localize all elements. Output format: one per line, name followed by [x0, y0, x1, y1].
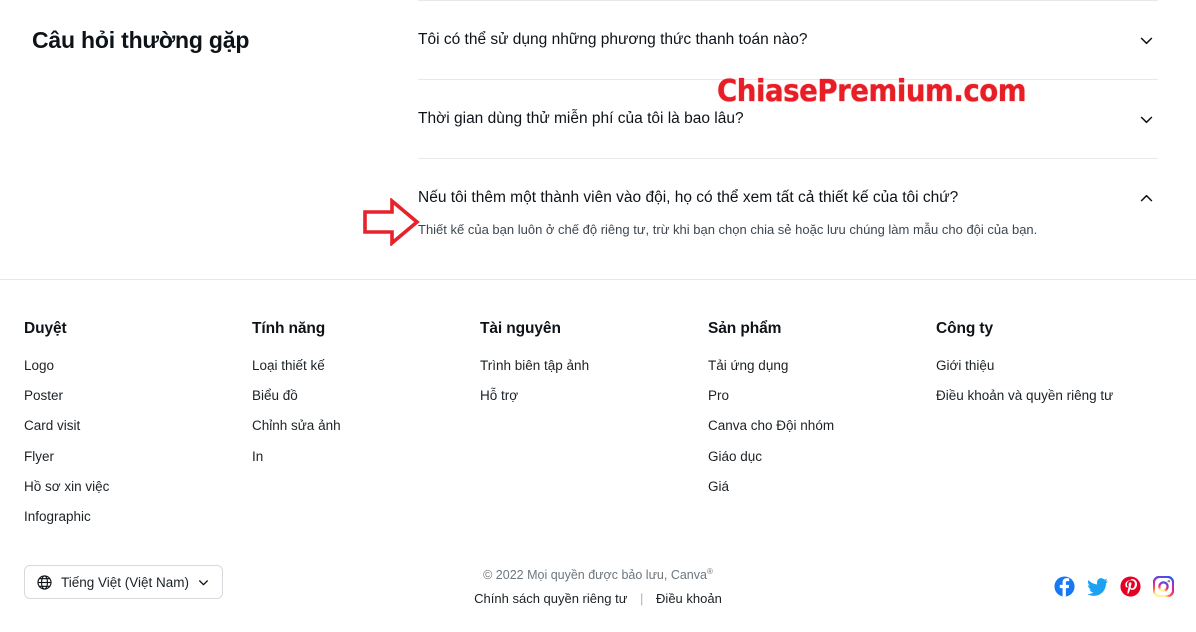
- facebook-icon[interactable]: [1054, 576, 1075, 597]
- copyright-label: © 2022 Mọi quyền được bảo lưu, Canva: [483, 568, 707, 583]
- footer-link[interactable]: Chỉnh sửa ảnh: [252, 418, 480, 434]
- faq-question-text: Nếu tôi thêm một thành viên vào đội, họ …: [418, 188, 959, 206]
- footer-link[interactable]: Poster: [24, 388, 252, 404]
- legal-links-separator: |: [640, 590, 644, 606]
- footer-link[interactable]: Trình biên tập ảnh: [480, 358, 708, 374]
- terms-link[interactable]: Điều khoản: [656, 591, 722, 606]
- faq-list: Tôi có thể sử dụng những phương thức tha…: [418, 0, 1158, 270]
- footer-column-browse: Duyệt Logo Poster Card visit Flyer Hồ sơ…: [0, 320, 252, 539]
- footer-link[interactable]: Tải ứng dụng: [708, 358, 936, 374]
- footer-link-list: Trình biên tập ảnh Hỗ trợ: [480, 358, 708, 404]
- page-root: Câu hỏi thường gặp Tôi có thể sử dụng nh…: [0, 0, 1196, 632]
- footer-column-heading: Duyệt: [24, 320, 67, 337]
- faq-question-text: Thời gian dùng thử miễn phí của tôi là b…: [418, 109, 744, 127]
- footer-link[interactable]: Hồ sơ xin việc: [24, 479, 252, 495]
- footer-link[interactable]: In: [252, 449, 480, 465]
- registered-mark: ®: [706, 567, 713, 576]
- footer-column-company: Công ty Giới thiệu Điều khoản và quyền r…: [936, 320, 1186, 539]
- red-right-arrow-annotation: [361, 197, 421, 247]
- footer-link-list: Loại thiết kế Biểu đồ Chỉnh sửa ảnh In: [252, 358, 480, 465]
- faq-question-row[interactable]: Nếu tôi thêm một thành viên vào đội, họ …: [418, 159, 1158, 237]
- footer-link[interactable]: Loại thiết kế: [252, 358, 480, 374]
- footer-column-features: Tính năng Loại thiết kế Biểu đồ Chỉnh sử…: [252, 320, 480, 539]
- site-footer: Duyệt Logo Poster Card visit Flyer Hồ sơ…: [0, 279, 1196, 632]
- footer-link[interactable]: Logo: [24, 358, 252, 374]
- footer-link[interactable]: Card visit: [24, 418, 252, 434]
- footer-link[interactable]: Canva cho Đội nhóm: [708, 418, 936, 434]
- footer-column-heading: Tính năng: [252, 320, 326, 337]
- footer-link-columns: Duyệt Logo Poster Card visit Flyer Hồ sơ…: [0, 280, 1196, 539]
- footer-link[interactable]: Giá: [708, 479, 936, 495]
- twitter-icon[interactable]: [1087, 576, 1108, 597]
- language-selector-label: Tiếng Việt (Việt Nam): [61, 574, 190, 590]
- pinterest-icon[interactable]: [1120, 576, 1141, 597]
- social-links: [1054, 575, 1175, 598]
- footer-link[interactable]: Flyer: [24, 449, 252, 465]
- footer-link[interactable]: Infographic: [24, 509, 252, 525]
- footer-link[interactable]: Điều khoản và quyền riêng tư: [936, 388, 1186, 404]
- chevron-down-icon[interactable]: [1134, 107, 1158, 131]
- footer-link[interactable]: Giới thiệu: [936, 358, 1186, 374]
- globe-icon: [36, 574, 53, 591]
- faq-question-text: Tôi có thể sử dụng những phương thức tha…: [418, 30, 808, 48]
- legal-links: Chính sách quyền riêng tư | Điều khoản: [0, 591, 1196, 606]
- footer-column-heading: Công ty: [936, 320, 993, 337]
- footer-column-heading: Sản phẩm: [708, 320, 782, 337]
- chevron-down-icon[interactable]: [1134, 28, 1158, 52]
- footer-link[interactable]: Hỗ trợ: [480, 388, 708, 404]
- faq-section: Câu hỏi thường gặp Tôi có thể sử dụng nh…: [0, 0, 1196, 279]
- footer-column-resources: Tài nguyên Trình biên tập ảnh Hỗ trợ: [480, 320, 708, 539]
- footer-link-list: Logo Poster Card visit Flyer Hồ sơ xin v…: [24, 358, 252, 525]
- footer-column-products: Sản phẩm Tải ứng dụng Pro Canva cho Đội …: [708, 320, 936, 539]
- footer-link-list: Giới thiệu Điều khoản và quyền riêng tư: [936, 358, 1186, 404]
- faq-question-row[interactable]: Tôi có thể sử dụng những phương thức tha…: [418, 1, 1158, 79]
- page-title: Câu hỏi thường gặp: [32, 27, 250, 54]
- footer-link-list: Tải ứng dụng Pro Canva cho Đội nhóm Giáo…: [708, 358, 936, 495]
- watermark-text: ChiasePremium.com: [717, 74, 1027, 109]
- chevron-up-icon[interactable]: [1134, 186, 1158, 210]
- footer-column-heading: Tài nguyên: [480, 320, 561, 337]
- footer-link[interactable]: Giáo dục: [708, 449, 936, 465]
- footer-link[interactable]: Biểu đồ: [252, 388, 480, 404]
- faq-item-expanded[interactable]: Nếu tôi thêm một thành viên vào đội, họ …: [418, 158, 1158, 270]
- faq-item[interactable]: Tôi có thể sử dụng những phương thức tha…: [418, 0, 1158, 79]
- instagram-icon[interactable]: [1152, 575, 1175, 598]
- privacy-policy-link[interactable]: Chính sách quyền riêng tư: [474, 591, 627, 606]
- chevron-down-icon: [197, 576, 210, 589]
- footer-link[interactable]: Pro: [708, 388, 936, 404]
